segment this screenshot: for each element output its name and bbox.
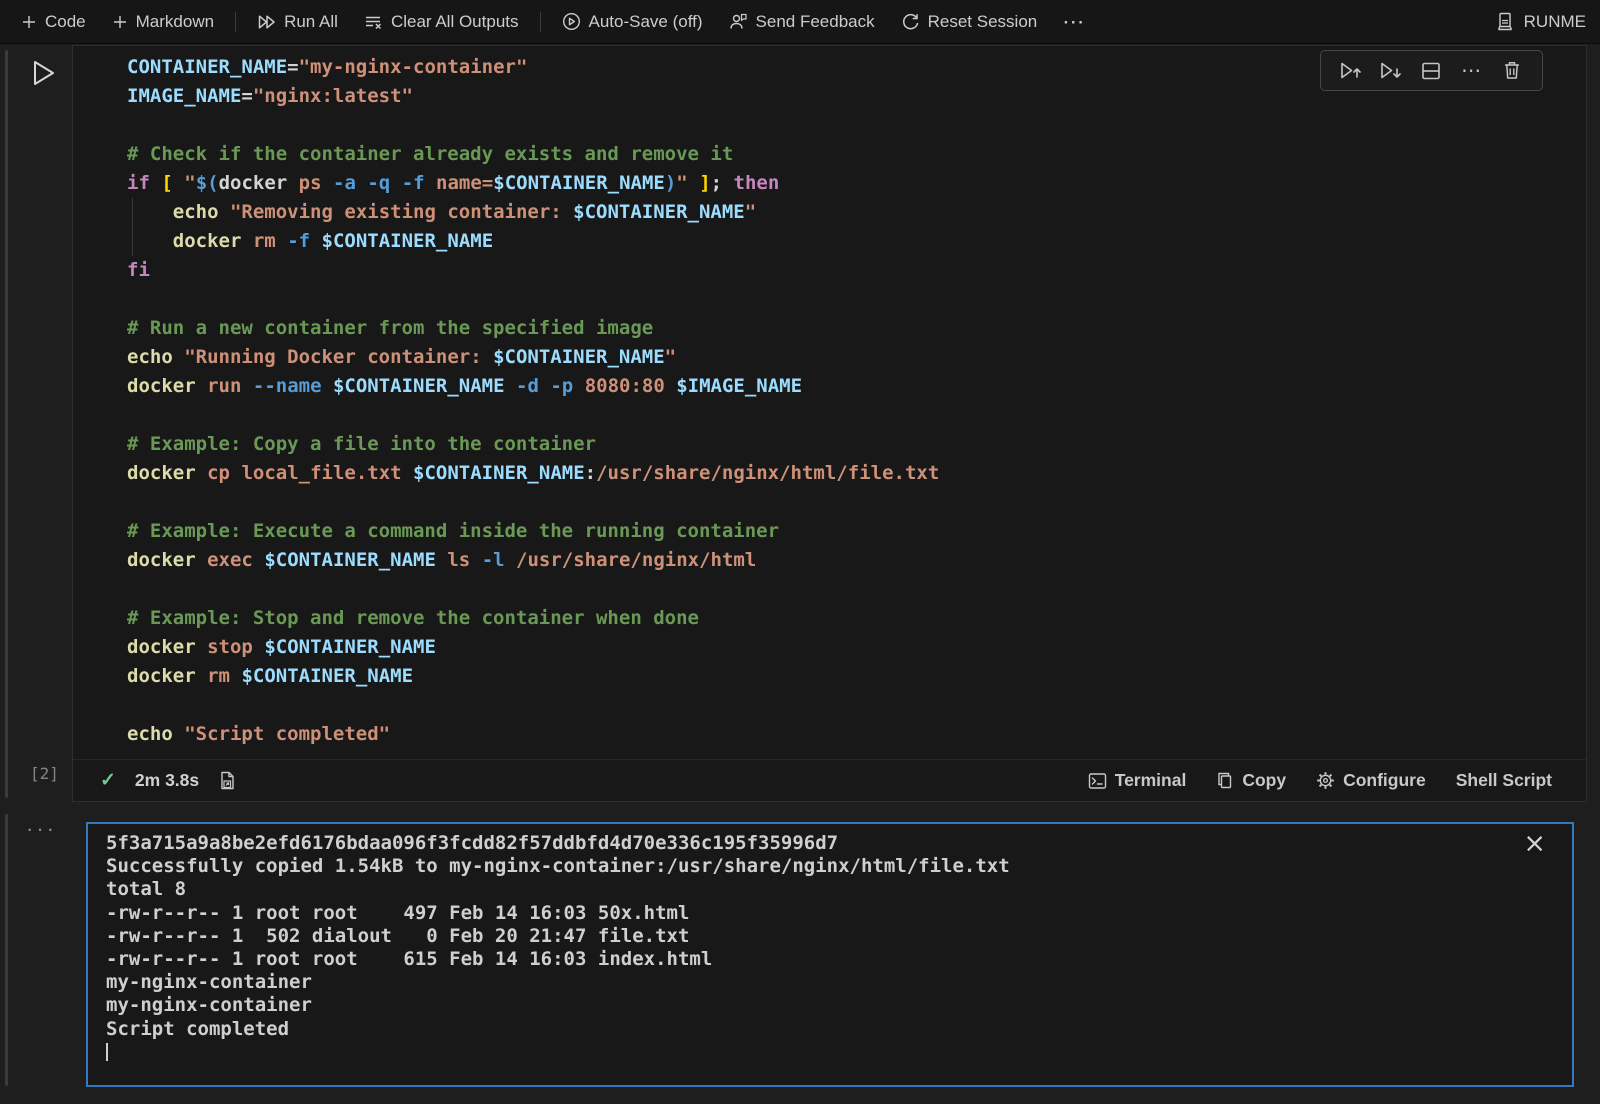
indent-guide (132, 198, 133, 256)
cell-more-actions-button[interactable]: ⋯ (1457, 56, 1487, 86)
plus-icon (21, 14, 37, 30)
code-line: fi (127, 256, 1586, 285)
run-all-icon (257, 13, 276, 31)
code-line: docker rm $CONTAINER_NAME (127, 662, 1586, 691)
terminal-button[interactable]: Terminal (1088, 770, 1187, 791)
auto-save-toggle[interactable]: Auto-Save (off) (549, 7, 716, 37)
terminal-icon (1088, 772, 1107, 790)
output-line: total 8 (106, 878, 1516, 901)
toolbar-separator (540, 12, 541, 32)
plus-icon (112, 14, 128, 30)
clear-all-outputs-icon (364, 13, 383, 31)
reset-session-button[interactable]: Reset Session (888, 7, 1051, 37)
notebook-window: Code Markdown Run All Clear All Outputs … (0, 0, 1600, 1104)
output-line: my-nginx-container (106, 971, 1516, 994)
code-line (127, 575, 1586, 604)
output-line: my-nginx-container (106, 994, 1516, 1017)
code-line: docker stop $CONTAINER_NAME (127, 633, 1586, 662)
run-all-label: Run All (284, 12, 338, 32)
add-markdown-cell-button[interactable]: Markdown (99, 7, 227, 37)
execute-below-button[interactable] (1376, 56, 1406, 86)
execution-duration: 2m 3.8s (135, 770, 199, 791)
code-line: docker cp local_file.txt $CONTAINER_NAME… (127, 459, 1586, 488)
output-line: -rw-r--r-- 1 root root 497 Feb 14 16:03 … (106, 902, 1516, 925)
close-output-icon[interactable]: × (1523, 830, 1546, 857)
code-line: # Example: Stop and remove the container… (127, 604, 1586, 633)
open-file-icon[interactable] (218, 770, 237, 791)
output-line: -rw-r--r-- 1 502 dialout 0 Feb 20 21:47 … (106, 925, 1516, 948)
configure-label: Configure (1343, 770, 1426, 791)
split-cell-button[interactable] (1416, 56, 1446, 86)
code-line: echo "Removing existing container: $CONT… (127, 198, 1586, 227)
play-icon (30, 58, 58, 88)
code-cell: CONTAINER_NAME="my-nginx-container"IMAGE… (72, 45, 1587, 802)
delete-cell-button[interactable] (1497, 56, 1527, 86)
send-feedback-label: Send Feedback (756, 12, 875, 32)
code-line: docker run --name $CONTAINER_NAME -d -p … (127, 372, 1586, 401)
code-editor[interactable]: CONTAINER_NAME="my-nginx-container"IMAGE… (73, 46, 1586, 759)
copy-icon (1216, 771, 1234, 790)
copy-label: Copy (1242, 770, 1286, 791)
code-line: # Example: Copy a file into the containe… (127, 430, 1586, 459)
code-line (127, 691, 1586, 720)
cell-toolbar: ⋯ (1320, 50, 1543, 91)
output-line: -rw-r--r-- 1 root root 615 Feb 14 16:03 … (106, 948, 1516, 971)
code-line: echo "Running Docker container: $CONTAIN… (127, 343, 1586, 372)
execution-order-label: [2] (30, 764, 59, 783)
code-line: docker rm -f $CONTAINER_NAME (127, 227, 1586, 256)
clear-all-outputs-label: Clear All Outputs (391, 12, 519, 32)
output-line: 5f3a715a9a8be2efd6176bdaa096f3fcdd82f57d… (106, 832, 1516, 855)
code-line (127, 285, 1586, 314)
terminal-cursor (106, 1043, 108, 1061)
gear-icon (1316, 771, 1335, 790)
code-line: docker exec $CONTAINER_NAME ls -l /usr/s… (127, 546, 1586, 575)
code-line (127, 401, 1586, 430)
code-line: echo "Script completed" (127, 720, 1586, 749)
runme-logo-icon (1495, 11, 1515, 32)
runme-brand[interactable]: RUNME (1495, 11, 1592, 32)
cell-status-bar: ✓ 2m 3.8s Terminal Copy (73, 759, 1586, 801)
output-more-actions-button[interactable]: ··· (26, 816, 57, 842)
reset-session-icon (901, 12, 920, 31)
code-line: # Check if the container already exists … (127, 140, 1586, 169)
success-check-icon: ✓ (100, 769, 116, 792)
code-line: if [ "$(docker ps -a -q -f name=$CONTAIN… (127, 169, 1586, 198)
code-line: # Example: Execute a command inside the … (127, 517, 1586, 546)
add-code-cell-button[interactable]: Code (8, 7, 99, 37)
notebook-toolbar: Code Markdown Run All Clear All Outputs … (0, 0, 1600, 44)
code-line: # Run a new container from the specified… (127, 314, 1586, 343)
code-line (127, 488, 1586, 517)
output-text: 5f3a715a9a8be2efd6176bdaa096f3fcdd82f57d… (106, 832, 1516, 1081)
send-feedback-button[interactable]: Send Feedback (716, 7, 888, 37)
code-line (127, 111, 1586, 140)
cell-output: 5f3a715a9a8be2efd6176bdaa096f3fcdd82f57d… (86, 822, 1574, 1087)
cell-focus-strip (5, 50, 8, 798)
add-markdown-label: Markdown (136, 12, 214, 32)
reset-session-label: Reset Session (928, 12, 1038, 32)
run-cell-button[interactable] (30, 58, 58, 88)
output-line: Successfully copied 1.54kB to my-nginx-c… (106, 855, 1516, 878)
execute-above-button[interactable] (1336, 56, 1366, 86)
clear-all-outputs-button[interactable]: Clear All Outputs (351, 7, 532, 37)
toolbar-more-button[interactable]: ⋯ (1050, 9, 1098, 35)
cell-language-picker[interactable]: Shell Script (1456, 770, 1552, 791)
auto-save-icon (562, 12, 581, 31)
output-focus-strip (5, 814, 8, 1086)
auto-save-label: Auto-Save (off) (589, 12, 703, 32)
toolbar-separator (235, 12, 236, 32)
send-feedback-icon (729, 12, 748, 31)
terminal-label: Terminal (1115, 770, 1187, 791)
configure-button[interactable]: Configure (1316, 770, 1426, 791)
output-line: Script completed (106, 1018, 1516, 1041)
copy-button[interactable]: Copy (1216, 770, 1286, 791)
run-all-button[interactable]: Run All (244, 7, 351, 37)
runme-brand-label: RUNME (1524, 12, 1586, 32)
add-code-label: Code (45, 12, 86, 32)
